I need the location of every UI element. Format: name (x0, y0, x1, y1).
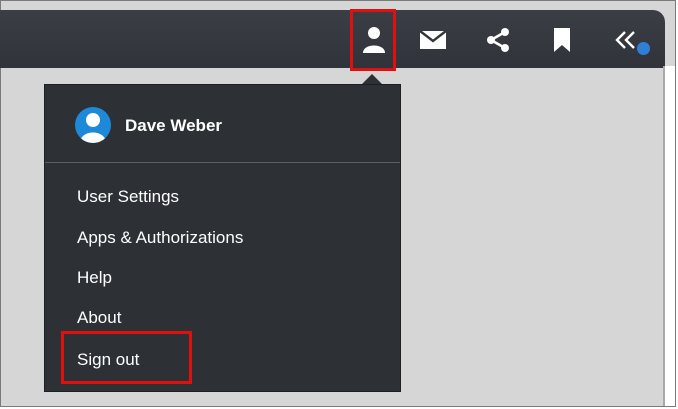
menu-divider (45, 162, 400, 163)
dropdown-caret (362, 74, 382, 84)
user-icon[interactable] (354, 20, 394, 60)
bookmark-icon[interactable] (542, 20, 582, 60)
user-profile-row[interactable]: Dave Weber (45, 85, 400, 163)
notification-dot (637, 42, 650, 55)
mail-icon[interactable] (413, 20, 453, 60)
menu-item-apps-authorizations[interactable]: Apps & Authorizations (77, 228, 243, 248)
menu-item-help[interactable]: Help (77, 268, 112, 288)
user-name: Dave Weber (125, 116, 223, 135)
menu-item-sign-out[interactable]: Sign out (77, 350, 139, 370)
right-edge-divider (663, 66, 665, 406)
menu-item-user-settings[interactable]: User Settings (77, 187, 179, 207)
menu-item-about[interactable]: About (77, 308, 121, 328)
avatar (75, 107, 111, 143)
share-icon[interactable] (478, 20, 518, 60)
right-edge (664, 66, 675, 406)
user-dropdown-menu: Dave Weber User Settings Apps & Authoriz… (44, 84, 401, 392)
